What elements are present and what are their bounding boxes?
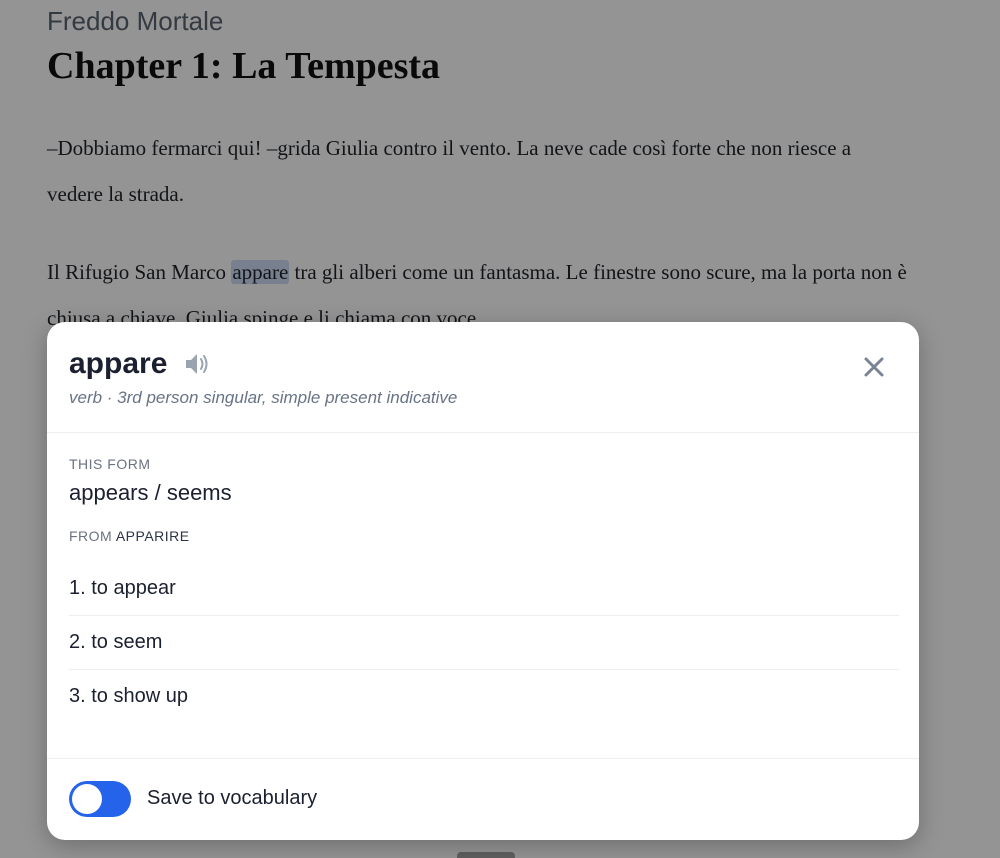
- popup-footer: Save to vocabulary: [47, 758, 919, 840]
- lemma-label: FROM APPARIRE: [69, 528, 190, 544]
- this-form-label: THIS FORM: [69, 456, 151, 472]
- reader-page: Freddo Mortale Chapter 1: La Tempesta –D…: [0, 0, 1000, 858]
- from-label: FROM: [69, 528, 113, 544]
- sense-item: 1. to appear: [69, 562, 899, 616]
- sense-item: 3. to show up: [69, 685, 188, 707]
- sense-item: 2. to seem: [69, 616, 899, 670]
- this-form-value: appears / seems: [69, 480, 232, 505]
- popup-header: appare verb · 3rd person singular, simpl…: [47, 322, 919, 433]
- word-definition-popup: appare verb · 3rd person singular, simpl…: [47, 322, 919, 840]
- grammar-info: verb · 3rd person singular, simple prese…: [69, 388, 458, 407]
- save-to-vocabulary-toggle[interactable]: [69, 781, 131, 817]
- toggle-knob: [72, 784, 102, 814]
- sense-list: 1. to appear 2. to seem 3. to show up: [69, 562, 899, 723]
- close-icon[interactable]: [859, 352, 889, 382]
- lemma: APPARIRE: [115, 528, 190, 544]
- headword: appare: [69, 347, 168, 380]
- word-row: appare: [69, 346, 213, 382]
- save-to-vocabulary-label: Save to vocabulary: [147, 787, 318, 809]
- speaker-icon[interactable]: [183, 350, 213, 378]
- sheet-handle[interactable]: [457, 852, 515, 858]
